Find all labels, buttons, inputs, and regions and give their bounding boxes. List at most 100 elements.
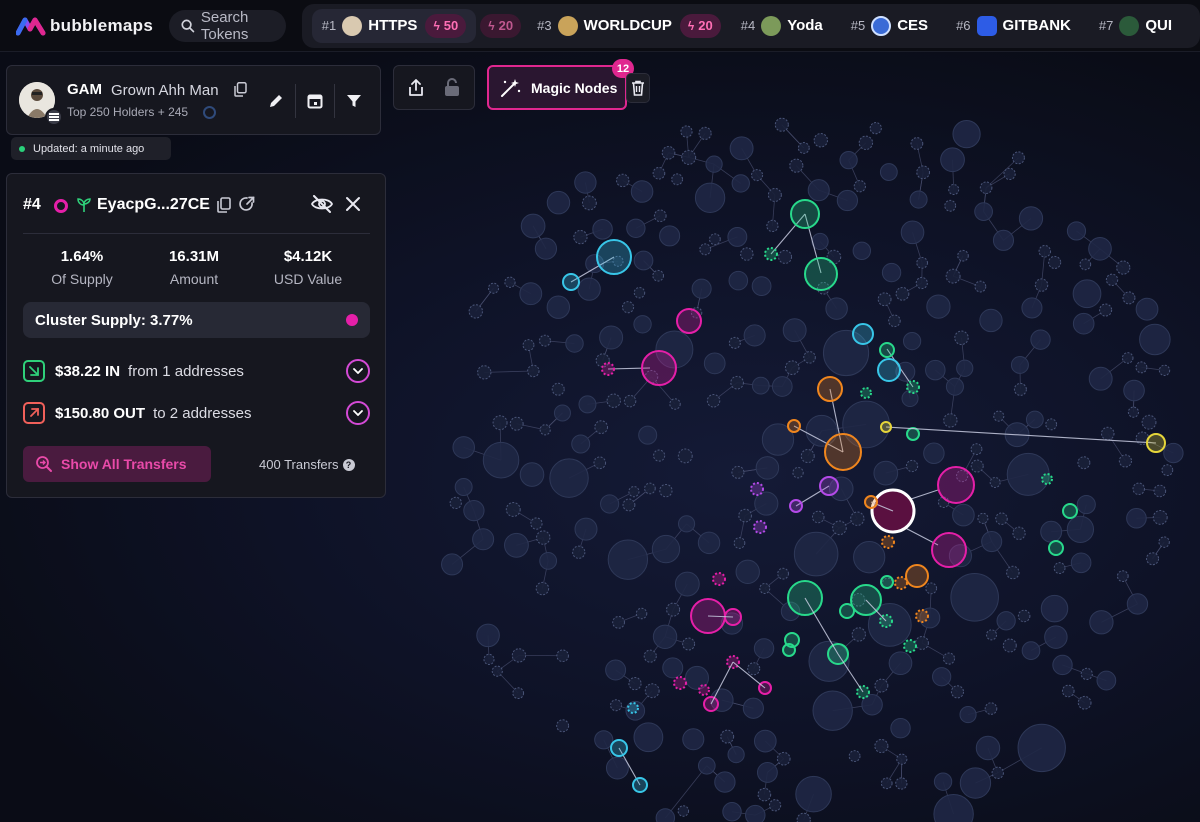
holder-bubble[interactable] [784, 360, 800, 376]
holder-bubble[interactable] [751, 376, 770, 395]
holder-bubble[interactable] [1010, 355, 1029, 374]
holder-bubble[interactable] [662, 657, 684, 679]
holder-bubble[interactable] [1121, 352, 1134, 364]
holder-bubble[interactable] [594, 730, 614, 750]
holder-bubble[interactable] [751, 276, 772, 296]
holder-bubble[interactable] [571, 434, 591, 454]
holder-bubble[interactable] [680, 125, 693, 138]
pink-cluster-bubble[interactable] [641, 350, 677, 386]
holder-bubble[interactable] [1053, 562, 1066, 575]
holder-bubble[interactable] [677, 515, 696, 533]
holder-bubble[interactable] [1088, 366, 1113, 391]
expand-outflow-button[interactable] [346, 401, 370, 425]
holder-bubble[interactable] [747, 662, 761, 676]
holder-bubble[interactable] [800, 449, 815, 464]
holder-bubble[interactable] [682, 728, 705, 751]
show-all-transfers-button[interactable]: Show All Transfers [23, 446, 211, 482]
holder-bubble[interactable] [767, 187, 782, 202]
holder-bubble[interactable] [612, 615, 625, 629]
holder-bubble[interactable] [970, 459, 984, 473]
holder-bubble[interactable] [1135, 297, 1159, 321]
holder-bubble[interactable] [706, 394, 721, 408]
holder-bubble[interactable] [923, 442, 945, 465]
pink-cluster-bubble[interactable] [931, 532, 967, 568]
holder-bubble[interactable] [652, 624, 678, 649]
holder-bubble[interactable] [950, 573, 999, 622]
holder-bubble[interactable] [813, 133, 829, 148]
holder-bubble[interactable] [1048, 255, 1062, 269]
holder-bubble[interactable] [659, 225, 681, 247]
open-external-icon[interactable] [239, 196, 255, 217]
holder-bubble[interactable] [933, 772, 953, 791]
holder-bubble[interactable] [1003, 167, 1016, 181]
holder-bubble[interactable] [944, 199, 957, 212]
holder-bubble[interactable] [742, 697, 764, 719]
green-cluster-bubble[interactable] [879, 342, 895, 358]
holder-bubble[interactable] [1158, 536, 1170, 548]
holder-bubble[interactable] [577, 277, 601, 301]
holder-bubble[interactable] [1079, 258, 1092, 271]
holder-bubble[interactable] [1017, 609, 1031, 623]
holder-bubble[interactable] [888, 314, 901, 328]
holder-bubble[interactable] [722, 802, 742, 822]
holder-bubble[interactable] [1116, 260, 1131, 275]
holder-bubble[interactable] [674, 571, 700, 597]
holder-bubble[interactable] [593, 456, 607, 470]
holder-bubble[interactable] [1089, 610, 1114, 635]
holder-bubble[interactable] [709, 233, 721, 246]
holder-bubble[interactable] [839, 150, 858, 170]
holder-bubble[interactable] [888, 651, 913, 676]
holder-bubble[interactable] [915, 276, 928, 290]
holder-bubble[interactable] [534, 237, 558, 260]
yellow-cluster-bubble[interactable] [1146, 433, 1166, 453]
holder-bubble[interactable] [551, 382, 565, 396]
holder-bubble[interactable] [605, 659, 627, 681]
holder-bubble[interactable] [666, 602, 681, 617]
holder-bubble[interactable] [910, 137, 924, 150]
holder-bubble[interactable] [825, 297, 848, 320]
holder-bubble[interactable] [635, 607, 648, 620]
holder-bubble[interactable] [979, 308, 1003, 333]
holder-bubble[interactable] [1146, 552, 1160, 566]
holder-bubble[interactable] [691, 278, 712, 299]
holder-bubble[interactable] [694, 182, 726, 213]
holder-bubble[interactable] [1021, 297, 1043, 319]
holder-bubble[interactable] [950, 685, 965, 699]
holder-bubble[interactable] [733, 537, 746, 549]
lock-button[interactable] [444, 78, 460, 102]
holder-bubble[interactable] [977, 512, 989, 524]
holder-bubble[interactable] [1012, 526, 1026, 540]
holder-bubble[interactable] [512, 687, 525, 700]
ticker-item-worldcup[interactable]: #3 WORLDCUP ϟ 20 [527, 9, 731, 43]
holder-bubble[interactable] [895, 777, 908, 790]
holder-bubble[interactable] [652, 166, 666, 180]
pink-cluster-bubble[interactable] [676, 308, 702, 334]
holder-bubble[interactable] [600, 494, 620, 514]
holder-bubble[interactable] [789, 158, 804, 173]
green-cluster-bubble[interactable] [1041, 473, 1053, 485]
holder-bubble[interactable] [945, 268, 961, 284]
cyan-cluster-bubble[interactable] [610, 739, 628, 757]
holder-bubble[interactable] [1118, 454, 1133, 468]
holder-bubble[interactable] [1158, 364, 1171, 377]
holder-bubble[interactable] [948, 183, 960, 196]
holder-bubble[interactable] [574, 171, 597, 194]
holder-bubble[interactable] [858, 135, 874, 151]
holder-bubble[interactable] [1126, 507, 1147, 529]
holder-bubble[interactable] [574, 517, 598, 541]
holder-bubble[interactable] [530, 517, 543, 530]
holder-bubble[interactable] [1152, 509, 1168, 525]
holder-bubble[interactable] [630, 180, 654, 203]
holder-bubble[interactable] [628, 676, 642, 691]
holder-bubble[interactable] [487, 282, 500, 294]
holder-bubble[interactable] [1025, 410, 1044, 429]
holder-bubble[interactable] [653, 209, 667, 223]
holder-bubble[interactable] [522, 339, 535, 352]
holder-bubble[interactable] [940, 147, 965, 173]
purple-cluster-bubble[interactable] [753, 520, 767, 534]
holder-bubble[interactable] [986, 629, 998, 641]
green-cluster-bubble[interactable] [906, 427, 920, 441]
holder-bubble[interactable] [610, 699, 623, 712]
holder-bubble[interactable] [753, 638, 775, 659]
holder-bubble[interactable] [766, 219, 779, 233]
